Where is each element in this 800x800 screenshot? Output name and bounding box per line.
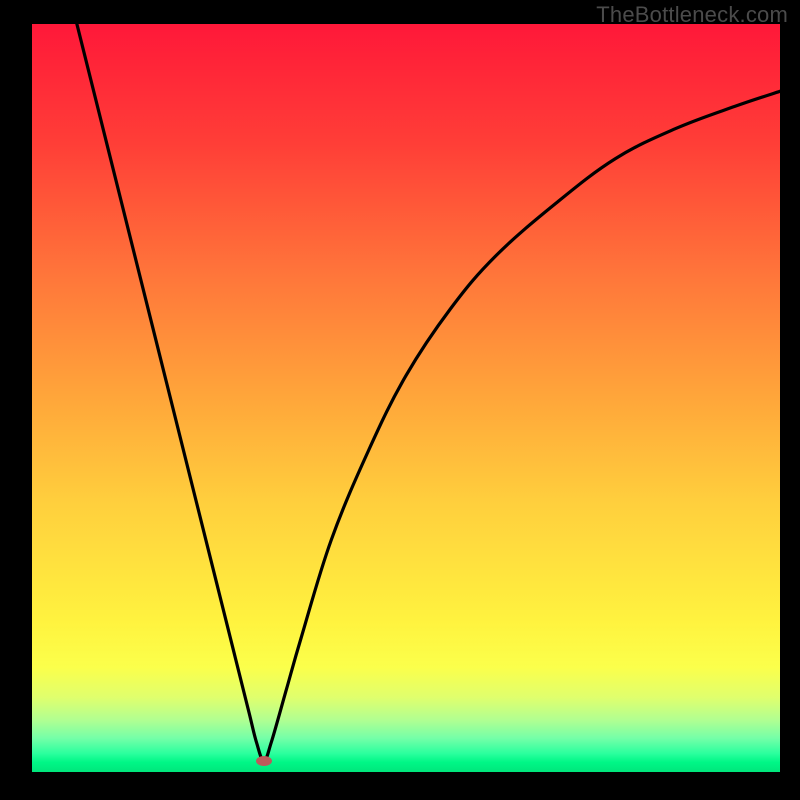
plot-area xyxy=(32,24,780,772)
chart-frame: TheBottleneck.com xyxy=(0,0,800,800)
optimum-marker xyxy=(256,756,272,766)
bottleneck-curve xyxy=(32,24,780,772)
